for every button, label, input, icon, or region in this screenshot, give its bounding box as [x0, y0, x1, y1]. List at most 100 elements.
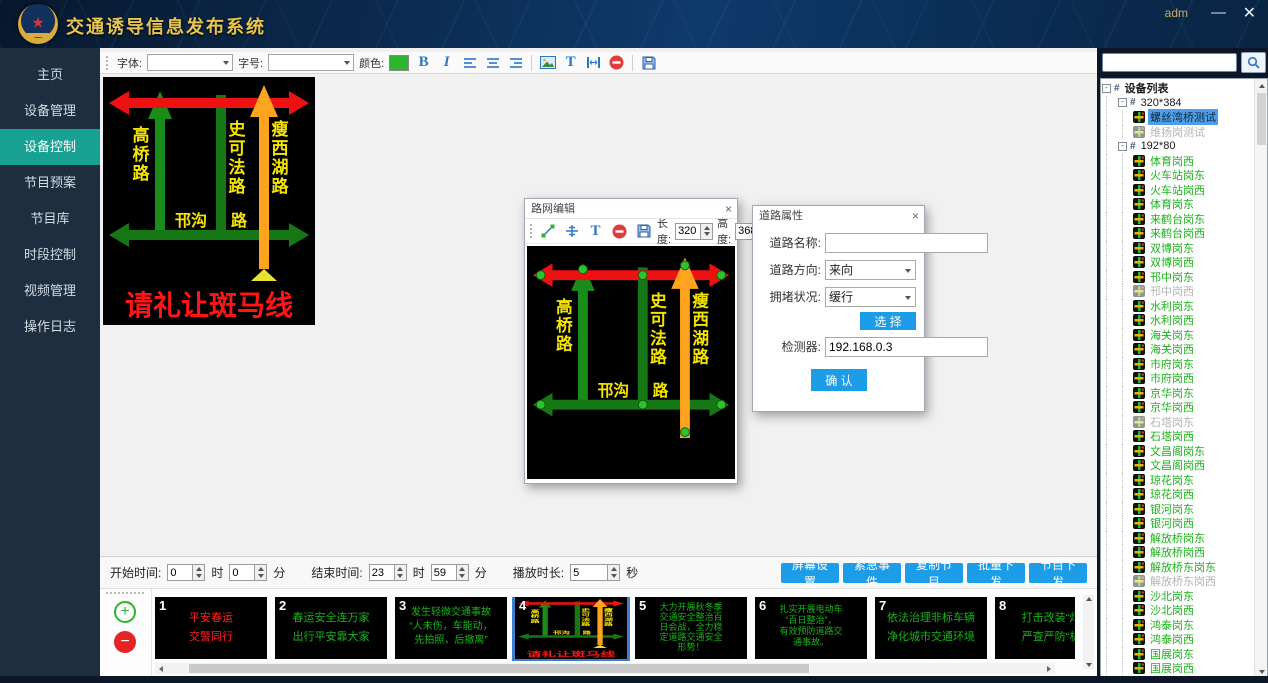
remove-program-button[interactable]: −: [114, 631, 136, 653]
tree-device-item[interactable]: 国展岗东: [1101, 647, 1254, 662]
program-thumb-2[interactable]: 2春运安全连万家出行平安靠大家: [275, 597, 387, 659]
font-size-select[interactable]: [268, 54, 354, 71]
length-stepper[interactable]: [675, 223, 713, 240]
tree-device-item[interactable]: 琼花岗东: [1101, 473, 1254, 488]
tree-device-item[interactable]: 火车站岗西: [1101, 183, 1254, 198]
tree-device-item[interactable]: 来鹤台岗东: [1101, 212, 1254, 227]
tree-device-item[interactable]: 市府岗西: [1101, 371, 1254, 386]
sidebar-item-operation-log[interactable]: 操作日志: [0, 309, 100, 345]
start-hour-input[interactable]: [167, 564, 193, 581]
align-right-icon[interactable]: [506, 53, 525, 72]
font-select[interactable]: [147, 54, 233, 71]
search-input[interactable]: [1102, 53, 1237, 72]
tree-device-item[interactable]: 市府岗东: [1101, 357, 1254, 372]
tree-device-item[interactable]: 银河岗西: [1101, 516, 1254, 531]
program-thumb-4[interactable]: 4高桥路史可法路瘦西湖路邗沟路请礼让斑马线: [515, 597, 627, 659]
line-icon[interactable]: [538, 222, 557, 241]
emergency-event-button[interactable]: 紧急事件: [843, 563, 901, 583]
tree-device-item[interactable]: 文昌阁岗东: [1101, 444, 1254, 459]
tree-device-item[interactable]: 石塔岗西: [1101, 429, 1254, 444]
dialog-title-bar[interactable]: 路网编辑 ×: [525, 199, 737, 219]
close-icon[interactable]: ×: [912, 206, 919, 226]
scroll-down-icon[interactable]: [1086, 663, 1092, 667]
program-thumb-8[interactable]: 8打击改装“灯严查严防“机: [995, 597, 1075, 659]
add-program-button[interactable]: +: [114, 601, 136, 623]
tree-device-item[interactable]: 邗中岗东: [1101, 270, 1254, 285]
scroll-up-icon[interactable]: [1086, 597, 1092, 601]
tree-device-item[interactable]: 水利岗西: [1101, 313, 1254, 328]
tree-device-item[interactable]: 体育岗东: [1101, 197, 1254, 212]
scroll-right-icon[interactable]: [1043, 663, 1055, 674]
tree-device-item[interactable]: 解放桥东岗西: [1101, 574, 1254, 589]
program-thumb-1[interactable]: 1平安春运交警同行: [155, 597, 267, 659]
tree-device-item[interactable]: 体育岗西: [1101, 154, 1254, 169]
scrollbar-thumb[interactable]: [1257, 93, 1266, 145]
tree-device-item[interactable]: 解放桥东岗东: [1101, 560, 1254, 575]
node-icon[interactable]: [562, 222, 581, 241]
tree-device-item[interactable]: 京华岗东: [1101, 386, 1254, 401]
start-minute-stepper[interactable]: [229, 564, 267, 581]
tree-device-item[interactable]: 国展岗西: [1101, 661, 1254, 676]
sidebar-item-program-plan[interactable]: 节目预案: [0, 165, 100, 201]
italic-icon[interactable]: I: [437, 53, 456, 72]
tree-scrollbar[interactable]: [1254, 79, 1267, 678]
screen-settings-button[interactable]: 屏幕设置: [781, 563, 839, 583]
start-minute-input[interactable]: [229, 564, 255, 581]
end-minute-input[interactable]: [431, 564, 457, 581]
bold-icon[interactable]: B: [414, 53, 433, 72]
save-icon[interactable]: [639, 53, 658, 72]
minimize-icon[interactable]: —: [1211, 4, 1226, 21]
image-icon[interactable]: [538, 53, 557, 72]
tree-device-item[interactable]: 双博岗西: [1101, 255, 1254, 270]
duration-stepper[interactable]: [570, 564, 620, 581]
color-swatch[interactable]: [389, 55, 409, 71]
tree-device-item[interactable]: 解放桥岗东: [1101, 531, 1254, 546]
align-left-icon[interactable]: [460, 53, 479, 72]
tree-device-item[interactable]: 螺丝湾桥测试: [1101, 110, 1254, 125]
tree-collapse-icon[interactable]: -: [1118, 142, 1127, 151]
program-thumb-6[interactable]: 6扎实开展电动车“百日整治”，有效预防道路交通事故。: [755, 597, 867, 659]
tree-group-node[interactable]: -#320*384: [1101, 96, 1254, 111]
detector-field[interactable]: [825, 337, 988, 357]
text-icon[interactable]: T: [561, 53, 580, 72]
end-hour-input[interactable]: [369, 564, 395, 581]
close-icon[interactable]: ×: [725, 199, 732, 219]
text-icon[interactable]: T: [586, 222, 605, 241]
program-thumb-5[interactable]: 5大力开展秋冬季交通安全整治百日会战，全力稳定道路交通安全形势！: [635, 597, 747, 659]
end-minute-stepper[interactable]: [431, 564, 469, 581]
program-thumb-7[interactable]: 7依法治理非标车辆净化城市交通环境: [875, 597, 987, 659]
search-button[interactable]: [1241, 52, 1266, 73]
sidebar-item-device-manage[interactable]: 设备管理: [0, 93, 100, 129]
tree-device-item[interactable]: 文昌阁岗西: [1101, 458, 1254, 473]
vertical-scrollbar[interactable]: [1083, 595, 1094, 669]
program-send-button[interactable]: 节目下发: [1029, 563, 1087, 583]
horizontal-scrollbar[interactable]: [155, 663, 1055, 674]
delete-icon[interactable]: [607, 53, 626, 72]
tree-device-item[interactable]: 鸿泰岗东: [1101, 618, 1254, 633]
road-network-canvas[interactable]: 高桥路史可法路瘦西湖路邗沟路: [527, 246, 735, 479]
close-icon[interactable]: ✕: [1243, 3, 1256, 23]
tree-collapse-icon[interactable]: -: [1102, 84, 1111, 93]
tree-collapse-icon[interactable]: -: [1118, 98, 1127, 107]
tree-root-node[interactable]: -#设备列表: [1101, 81, 1254, 96]
program-thumb-3[interactable]: 3发生轻微交通事故“人未伤，车能动，先拍照，后撤离”: [395, 597, 507, 659]
stepper-arrows[interactable]: [701, 223, 713, 240]
sidebar-item-device-control[interactable]: 设备控制: [0, 129, 100, 165]
tree-device-item[interactable]: 海关岗西: [1101, 342, 1254, 357]
start-hour-stepper[interactable]: [167, 564, 205, 581]
road-name-field[interactable]: [825, 233, 988, 253]
road-direction-select[interactable]: 来向: [825, 260, 916, 280]
end-hour-stepper[interactable]: [369, 564, 407, 581]
congestion-select[interactable]: 缓行: [825, 287, 916, 307]
confirm-button[interactable]: 确 认: [811, 369, 867, 391]
copy-program-button[interactable]: 复制节目: [905, 563, 963, 583]
tree-device-item[interactable]: 邗中岗西: [1101, 284, 1254, 299]
delete-icon[interactable]: [610, 222, 629, 241]
scroll-up-icon[interactable]: [1255, 79, 1268, 92]
tree-device-item[interactable]: 鸿泰岗西: [1101, 632, 1254, 647]
tree-device-item[interactable]: 京华岗西: [1101, 400, 1254, 415]
tree-device-item[interactable]: 水利岗东: [1101, 299, 1254, 314]
batch-send-button[interactable]: 批量下发: [967, 563, 1025, 583]
tree-device-item[interactable]: 沙北岗东: [1101, 589, 1254, 604]
tree-device-item[interactable]: 沙北岗西: [1101, 603, 1254, 618]
